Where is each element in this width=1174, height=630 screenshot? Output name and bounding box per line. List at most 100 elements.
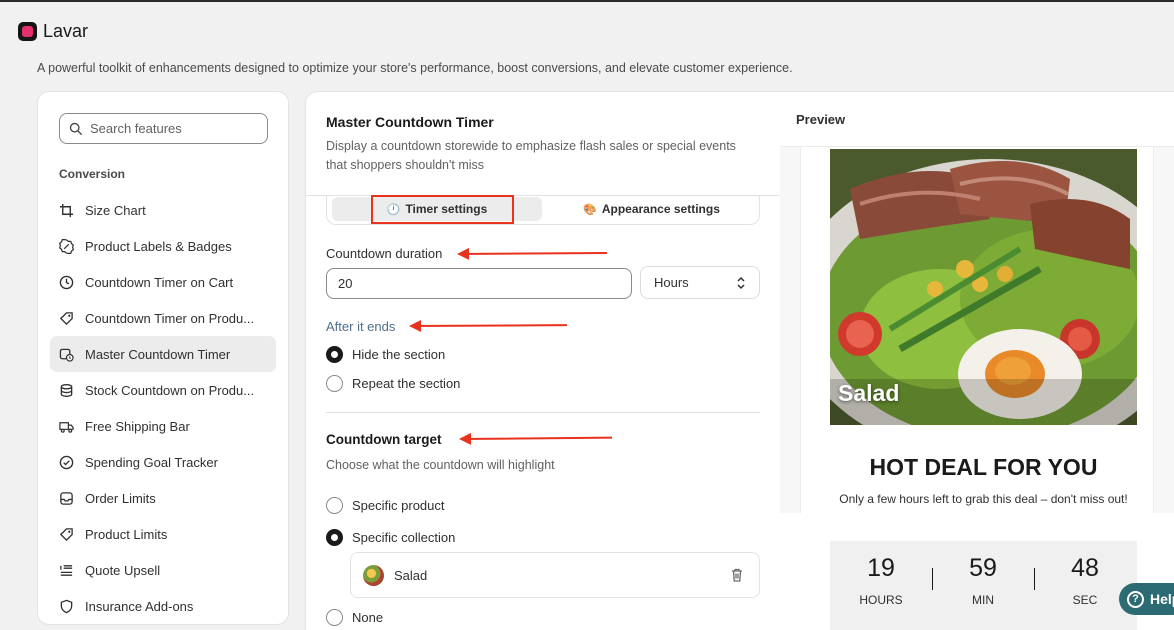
countdown-timer-preview: 19 HOURS 59 MIN 48 SEC xyxy=(830,541,1137,630)
radio-label: Specific collection xyxy=(352,530,456,545)
countdown-target-title: Countdown target xyxy=(326,432,442,447)
timer-seconds-value: 48 xyxy=(1071,554,1099,582)
search-input[interactable] xyxy=(90,121,250,136)
deal-subtitle: Only a few hours left to grab this deal … xyxy=(839,492,1128,506)
sidebar-item-label: Spending Goal Tracker xyxy=(85,454,218,470)
sidebar-item-free-shipping[interactable]: Free Shipping Bar xyxy=(50,408,276,444)
sidebar-item-product-labels[interactable]: Product Labels & Badges xyxy=(50,228,276,264)
collection-name: Salad xyxy=(394,567,428,583)
sidebar-item-spending-goal[interactable]: Spending Goal Tracker xyxy=(50,444,276,480)
sidebar-item-countdown-product[interactable]: Countdown Timer on Produ... xyxy=(50,300,276,336)
tab-label: Appearance settings xyxy=(601,202,720,216)
calendar-clock-icon xyxy=(59,348,74,362)
duration-unit-value: Hours xyxy=(654,275,689,290)
feature-nav: Size Chart Product Labels & Badges Count… xyxy=(50,192,276,624)
annotation-arrow xyxy=(458,251,608,255)
help-label: Help xyxy=(1150,591,1174,607)
page-subtitle: Display a countdown storewide to emphasi… xyxy=(326,139,736,172)
crop-icon xyxy=(59,203,74,217)
inbox-icon xyxy=(60,491,73,505)
sidebar-item-label: Order Limits xyxy=(85,490,156,506)
app-header: Lavar xyxy=(18,21,88,42)
countdown-duration-label: Countdown duration xyxy=(326,246,443,261)
sidebar-item-order-limits[interactable]: Order Limits xyxy=(50,480,276,516)
timer-hours-value: 19 xyxy=(867,554,895,582)
sidebar-item-stock-countdown[interactable]: Stock Countdown on Produ... xyxy=(50,372,276,408)
radio-label: Hide the section xyxy=(352,347,446,362)
sidebar-item-product-limits[interactable]: Product Limits xyxy=(50,516,276,552)
sidebar-item-label: Countdown Timer on Cart xyxy=(85,274,234,290)
clock-icon xyxy=(59,275,74,289)
help-button[interactable]: ? Help xyxy=(1119,583,1174,615)
sidebar-item-label: Product Limits xyxy=(85,526,168,542)
deal-title: HOT DEAL FOR YOU xyxy=(869,454,1098,480)
after-it-ends-label: After it ends xyxy=(326,319,396,334)
tag-clock-icon xyxy=(59,311,73,325)
shield-icon xyxy=(60,599,73,613)
sidebar-item-label: Free Shipping Bar xyxy=(85,418,190,434)
sidebar-item-master-countdown[interactable]: Master Countdown Timer xyxy=(50,336,276,372)
radio-label: Specific product xyxy=(352,498,445,513)
radio-unchecked-icon xyxy=(326,375,343,392)
collection-thumbnail xyxy=(363,564,384,586)
search-box[interactable] xyxy=(59,113,268,144)
sidebar-item-insurance[interactable]: Insurance Add-ons xyxy=(50,588,276,624)
countdown-duration-input[interactable] xyxy=(326,268,632,299)
tag-icon xyxy=(59,527,73,541)
radio-checked-icon xyxy=(326,346,343,363)
radio-none[interactable]: None xyxy=(326,609,383,626)
radio-hide-section[interactable]: Hide the section xyxy=(326,346,445,363)
settings-header: Master Countdown Timer Display a countdo… xyxy=(306,92,781,196)
divider xyxy=(326,412,760,413)
sidebar-item-label: Insurance Add-ons xyxy=(85,598,194,614)
timer-minutes: 59 MIN xyxy=(932,554,1034,630)
timer-minutes-unit: MIN xyxy=(972,593,994,607)
selected-collection-card: Salad xyxy=(350,552,760,598)
truck-icon xyxy=(59,421,74,433)
radio-unchecked-icon xyxy=(326,497,343,514)
sidebar-item-countdown-cart[interactable]: Countdown Timer on Cart xyxy=(50,264,276,300)
app-logo-icon xyxy=(18,22,37,41)
chevron-up-down-icon xyxy=(737,276,745,289)
duration-unit-select[interactable]: Hours xyxy=(640,266,760,299)
sidebar-item-label: Product Labels & Badges xyxy=(85,238,232,254)
settings-panel: Master Countdown Timer Display a countdo… xyxy=(305,91,781,630)
radio-specific-collection[interactable]: Specific collection xyxy=(326,529,455,546)
feature-sidebar: Conversion Size Chart Product Labels & B… xyxy=(37,91,289,625)
sidebar-item-label: Stock Countdown on Produ... xyxy=(85,382,255,398)
preview-panel: Preview Salad HOT DEAL FOR YOU Only a fe… xyxy=(780,91,1174,630)
check-circle-icon xyxy=(59,455,74,469)
app-description: A powerful toolkit of enhancements desig… xyxy=(37,61,793,75)
badge-icon xyxy=(59,238,74,254)
radio-specific-product[interactable]: Specific product xyxy=(326,497,445,514)
timer-hours-unit: HOURS xyxy=(859,593,903,607)
sidebar-item-label: Master Countdown Timer xyxy=(85,346,231,362)
sidebar-item-label: Quote Upsell xyxy=(85,562,161,578)
annotation-arrow xyxy=(410,324,568,327)
radio-unchecked-icon xyxy=(326,609,343,626)
radio-repeat-section[interactable]: Repeat the section xyxy=(326,375,460,392)
highlight-box xyxy=(371,195,514,224)
timer-separator xyxy=(932,568,933,590)
app-title: Lavar xyxy=(43,21,89,41)
list-icon xyxy=(60,564,73,576)
radio-label: None xyxy=(352,610,384,625)
countdown-target-subtitle: Choose what the countdown will highlight xyxy=(326,458,555,472)
preview-label: Preview xyxy=(796,112,846,127)
question-icon: ? xyxy=(1127,590,1144,608)
palette-icon: 🎨 xyxy=(583,203,597,216)
annotation-arrow xyxy=(460,436,613,440)
search-icon xyxy=(69,122,82,135)
sidebar-item-label: Size Chart xyxy=(85,202,146,218)
database-icon xyxy=(60,383,73,397)
timer-separator xyxy=(1034,568,1035,590)
window-top-border xyxy=(0,0,1174,2)
product-image-label: Salad xyxy=(838,380,900,406)
sidebar-item-quote-upsell[interactable]: Quote Upsell xyxy=(50,552,276,588)
tab-appearance-settings[interactable]: 🎨 Appearance settings xyxy=(549,197,754,221)
section-label-conversion: Conversion xyxy=(59,167,126,181)
sidebar-item-size-chart[interactable]: Size Chart xyxy=(50,192,276,228)
sidebar-item-label: Countdown Timer on Produ... xyxy=(85,310,255,326)
trash-icon[interactable] xyxy=(729,567,745,583)
radio-label: Repeat the section xyxy=(352,376,461,391)
